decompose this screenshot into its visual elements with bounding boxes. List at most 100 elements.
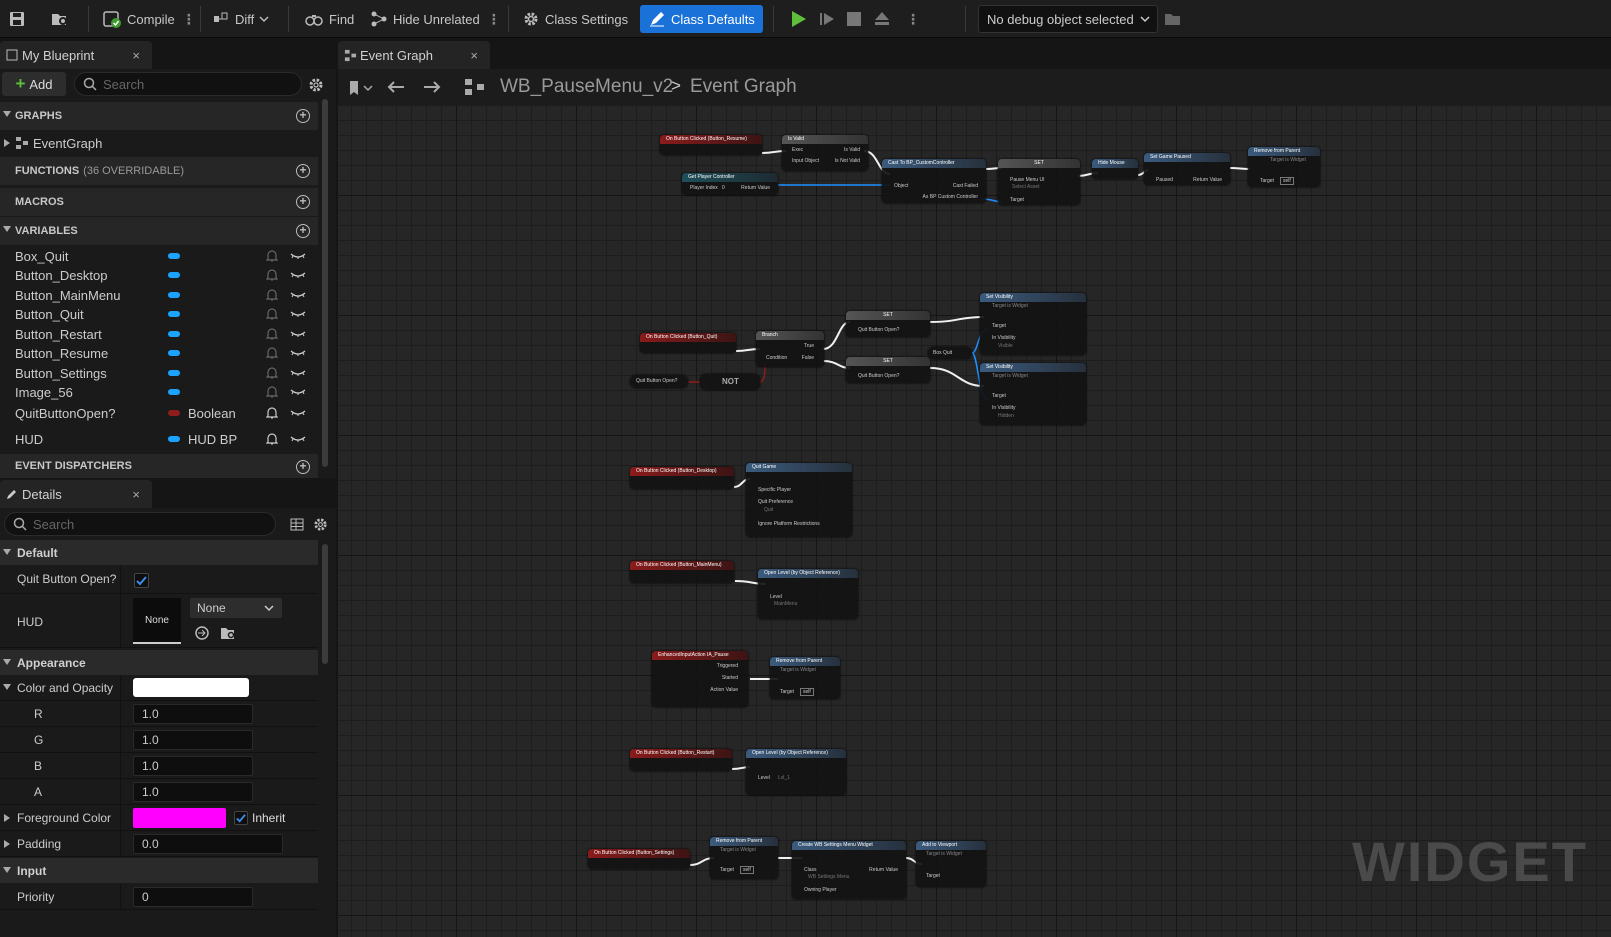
diff-button[interactable]: Diff (212, 5, 269, 33)
node-add-to-viewport[interactable]: Add to Viewport Target is Widget Target (916, 841, 986, 887)
details-search-input[interactable]: Search (4, 512, 276, 536)
node-set-pause-menu-ui[interactable]: SET Pause Menu UI Select Asset Target (998, 159, 1080, 205)
section-macros[interactable]: MACROS + (0, 188, 318, 216)
tab-details[interactable]: Details × (0, 480, 152, 508)
pin-visibility-value[interactable]: Visible (998, 343, 1013, 349)
details-section-default[interactable]: Default (0, 540, 318, 565)
node-remove-from-parent-pause[interactable]: Remove from Parent Target is Widget Targ… (770, 657, 840, 699)
section-variables[interactable]: VARIABLES + (0, 217, 318, 245)
variable-row[interactable]: Image_56 (0, 382, 318, 402)
pin-target[interactable]: Target (720, 867, 734, 873)
g-input[interactable]: 1.0 (133, 730, 253, 750)
details-section-input[interactable]: Input (0, 858, 318, 883)
details-section-appearance[interactable]: Appearance (0, 650, 318, 675)
collapsed-triangle-icon[interactable] (4, 814, 10, 822)
save-button[interactable] (8, 5, 26, 33)
pin-visibility-value[interactable]: Hidden (998, 413, 1014, 419)
node-get-box-quit[interactable]: Box Quit (928, 347, 972, 359)
add-variable-icon[interactable]: + (296, 224, 310, 238)
pin-owning-player[interactable]: Owning Player (804, 887, 837, 893)
pin-paused[interactable]: Paused (1156, 177, 1173, 183)
pin-quit-button-open[interactable]: Quit Button Open? (858, 327, 899, 333)
node-on-button-clicked-quit[interactable]: On Button Clicked (Button_Quit) (640, 333, 736, 353)
node-on-button-clicked-resume[interactable]: On Button Clicked (Button_Resume) (660, 135, 762, 155)
node-quit-game[interactable]: Quit Game Specific Player Quit Preferenc… (746, 463, 852, 537)
node-remove-from-parent-settings[interactable]: Remove from Parent Target is Widget Targ… (710, 837, 778, 879)
node-cast-to-bp-custom-controller[interactable]: Cast To BP_CustomController Object Cast … (882, 159, 986, 203)
event-graph-canvas[interactable]: Event Graph × WB_PauseMenu_v2 > Event Gr… (338, 39, 1611, 937)
pin-level[interactable]: Level (758, 775, 770, 781)
pin-self[interactable]: self (740, 866, 754, 874)
section-event-dispatchers[interactable]: EVENT DISPATCHERS + (0, 454, 318, 478)
graph-item-eventgraph[interactable]: EventGraph (0, 132, 318, 154)
replication-bell-icon[interactable] (266, 249, 278, 263)
expand-triangle-icon[interactable] (3, 684, 11, 690)
pin-level-value[interactable]: Lvl_1 (778, 775, 790, 781)
pin-true[interactable]: True (804, 343, 814, 349)
visibility-eye-icon[interactable] (290, 309, 306, 319)
node-on-button-clicked-mainmenu[interactable]: On Button Clicked (Button_MainMenu) (630, 561, 734, 583)
step-button[interactable] (818, 5, 836, 33)
replication-bell-icon[interactable] (266, 288, 278, 302)
node-on-button-clicked-restart[interactable]: On Button Clicked (Button_Restart) (630, 749, 732, 771)
replication-bell-icon[interactable] (266, 268, 278, 282)
pin-class-value[interactable]: WB Settings Menu (808, 874, 849, 880)
pin-level-value[interactable]: MainMenu (774, 601, 797, 607)
add-graph-icon[interactable]: + (296, 109, 310, 123)
node-set-visibility-1[interactable]: Set Visibility Target is Widget Target I… (980, 293, 1086, 355)
pin-quit-preference[interactable]: Quit Preference (758, 499, 793, 505)
find-button[interactable]: Find (304, 5, 354, 33)
variable-row[interactable]: Button_MainMenu (0, 285, 318, 305)
pin-in-visibility[interactable]: In Visibility (992, 405, 1016, 411)
pin-self[interactable]: self (800, 688, 814, 696)
node-hide-mouse[interactable]: Hide Mouse (1092, 159, 1138, 179)
node-enhanced-input-pause[interactable]: EnhancedInputAction IA_Pause Triggered S… (652, 651, 748, 707)
add-button[interactable]: + Add (2, 72, 66, 96)
visibility-eye-icon[interactable] (290, 434, 306, 444)
variable-row[interactable]: Box_Quit (0, 246, 318, 266)
add-function-icon[interactable]: + (296, 164, 310, 178)
settings-gear-icon[interactable] (313, 517, 328, 532)
node-on-button-clicked-desktop[interactable]: On Button Clicked (Button_Desktop) (630, 467, 734, 489)
section-functions[interactable]: FUNCTIONS (36 OVERRIDABLE) + (0, 157, 318, 185)
hud-thumbnail[interactable]: None (133, 598, 181, 644)
pin-self[interactable]: self (1280, 177, 1294, 185)
variable-row[interactable]: HUD HUD BP (0, 429, 318, 449)
pin-player-index[interactable]: Player Index (690, 185, 718, 191)
node-get-player-controller[interactable]: Get Player Controller Player Index 0 Ret… (682, 173, 778, 195)
pin-false[interactable]: False (802, 355, 814, 361)
variable-row[interactable]: Button_Restart (0, 324, 318, 344)
node-is-valid[interactable]: Is Valid Exec Is Valid Input Object Is N… (782, 135, 868, 171)
pin-is-not-valid[interactable]: Is Not Valid (835, 158, 860, 164)
pin-in-visibility[interactable]: In Visibility (992, 335, 1016, 341)
node-set-quit-open-true[interactable]: SET Quit Button Open? (846, 311, 930, 337)
variable-row[interactable]: Button_Desktop (0, 265, 318, 285)
foreground-color-swatch[interactable] (133, 808, 226, 828)
visibility-eye-icon[interactable] (290, 251, 306, 261)
pin-class[interactable]: Class (804, 867, 817, 873)
pin-as-controller[interactable]: As BP Custom Controller (923, 194, 978, 200)
visibility-eye-icon[interactable] (290, 270, 306, 280)
section-graphs[interactable]: GRAPHS + (0, 102, 318, 130)
pin-target[interactable]: Target (992, 393, 1006, 399)
pin-specific-player[interactable]: Specific Player (758, 487, 791, 493)
use-selected-arrow-icon[interactable] (194, 625, 210, 641)
add-dispatcher-icon[interactable]: + (296, 460, 310, 474)
node-get-quit-button-open[interactable]: Quit Button Open? (630, 375, 688, 388)
replication-bell-icon[interactable] (266, 346, 278, 360)
inherit-checkbox[interactable] (234, 811, 248, 825)
pin-return-value[interactable]: Return Value (869, 867, 898, 873)
visibility-eye-icon[interactable] (290, 348, 306, 358)
eject-button[interactable] (873, 5, 891, 33)
browse-button[interactable] (50, 5, 70, 33)
hud-asset-select[interactable]: None (190, 598, 282, 618)
pin-select-asset[interactable]: Select Asset (1012, 184, 1040, 190)
pin-ignore-platform[interactable]: Ignore Platform Restrictions (758, 521, 820, 527)
variable-row[interactable]: QuitButtonOpen? Boolean (0, 403, 318, 423)
node-set-quit-open-false[interactable]: SET Quit Button Open? (846, 357, 930, 383)
padding-input[interactable]: 0.0 (133, 834, 283, 854)
play-options-button[interactable]: ⋮ (904, 5, 920, 33)
pin-level[interactable]: Level (770, 594, 782, 600)
class-settings-button[interactable]: Class Settings (522, 5, 628, 33)
settings-gear-icon[interactable] (308, 77, 324, 93)
